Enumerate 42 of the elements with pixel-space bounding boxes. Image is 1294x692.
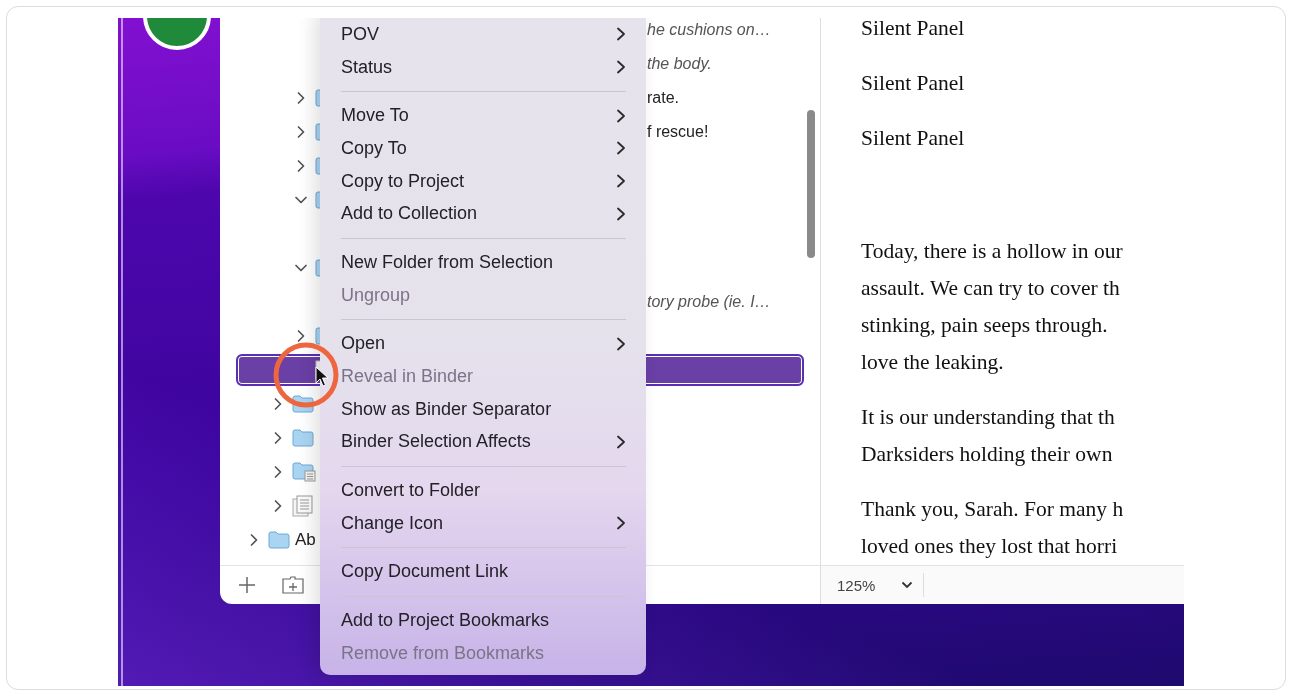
menu-item[interactable]: Add to Project Bookmarks — [320, 604, 646, 637]
heading-text: Silent Panel — [861, 18, 966, 42]
text-line: assault. We can try to cover th — [861, 275, 1121, 302]
menu-item[interactable]: Status — [320, 50, 646, 84]
heading-text: Silent Panel — [861, 125, 966, 152]
item-synopsis: he cushions on… — [647, 21, 771, 38]
menu-item[interactable]: POV — [320, 18, 646, 51]
document-stack-icon — [291, 495, 314, 517]
text-line: love the leaking. — [861, 349, 1005, 376]
item-synopsis: the body. — [647, 55, 712, 72]
scrollbar-thumb[interactable] — [807, 110, 815, 258]
click-highlight-ring — [273, 342, 339, 408]
text-line: stinking, pain seeps through. — [861, 312, 1109, 339]
menu-item[interactable]: Move To — [320, 99, 646, 133]
menu-item[interactable]: Convert to Folder — [320, 474, 646, 507]
item-synopsis: rate. — [647, 89, 679, 106]
add-folder-icon[interactable] — [282, 576, 304, 594]
folder-document-icon — [291, 462, 316, 482]
folder-icon — [268, 531, 290, 549]
text-line: loved ones they lost that horri — [861, 533, 1119, 560]
item-synopsis: f rescue! — [647, 123, 709, 140]
folder-icon — [291, 429, 314, 447]
menu-item[interactable]: Binder Selection Affects — [320, 425, 646, 459]
menu-item[interactable]: New Folder from Selection — [320, 246, 646, 279]
item-synopsis: tory probe (ie. I… — [647, 293, 771, 310]
heading-text: Silent Panel — [861, 70, 966, 97]
menu-item[interactable]: Open — [320, 327, 646, 361]
mouse-cursor-icon — [315, 366, 329, 388]
text-line: Thank you, Sarah. For many h — [861, 496, 1125, 523]
text-line: It is our understanding that th — [861, 404, 1116, 431]
chevron-down-icon — [901, 581, 914, 589]
menu-item[interactable]: Show as Binder Separator — [320, 392, 646, 426]
menu-item[interactable]: Change Icon — [320, 506, 646, 540]
menu-item[interactable]: Add to Collection — [320, 197, 646, 231]
add-icon[interactable] — [238, 576, 256, 594]
menu-item[interactable]: Copy To — [320, 132, 646, 165]
menu-item[interactable]: Copy Document Link — [320, 555, 646, 589]
zoom-select[interactable]: 125% — [837, 573, 925, 597]
item-title: Ab — [295, 530, 316, 550]
text-line: Darksiders holding their own — [861, 441, 1114, 468]
text-line: Today, there is a hollow in our — [861, 238, 1124, 265]
menu-item[interactable]: Copy to Project — [320, 164, 646, 198]
